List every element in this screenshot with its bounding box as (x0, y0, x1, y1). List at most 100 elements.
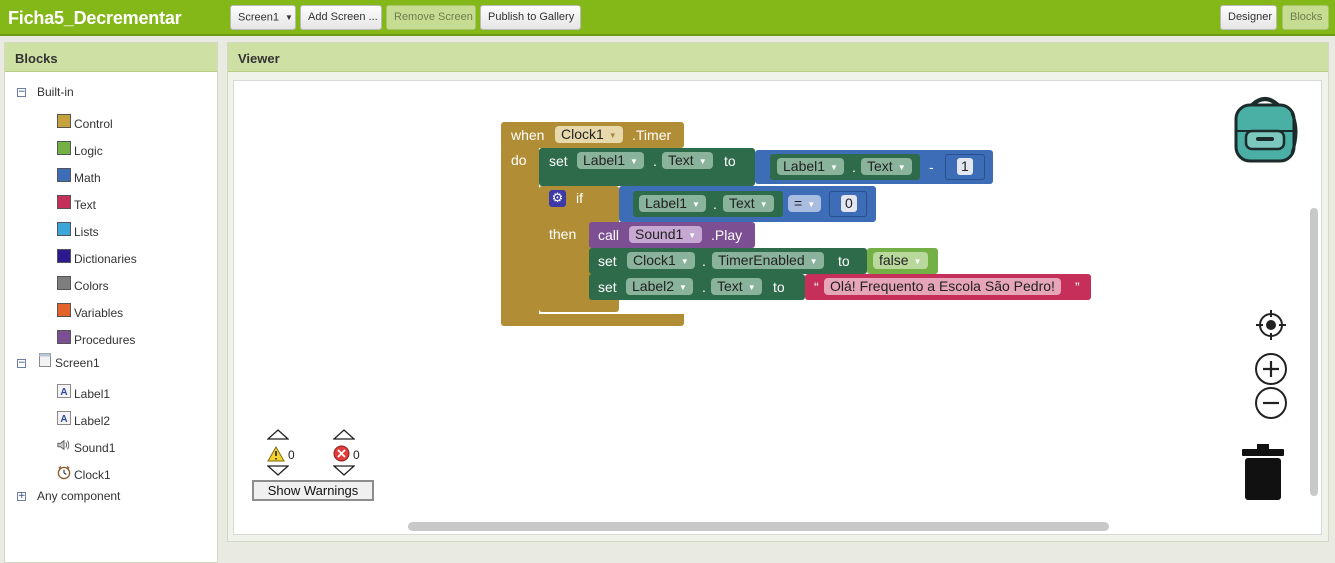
screen-select-button[interactable]: Screen1 ▼ (230, 5, 296, 30)
builtin-item-label: Logic (74, 144, 103, 158)
set-keyword: set (549, 153, 568, 169)
blocks-button[interactable]: Blocks (1282, 5, 1329, 30)
svg-text:A: A (60, 414, 67, 425)
prev-error-icon[interactable] (333, 429, 355, 440)
builtin-item-dictionaries[interactable]: Dictionaries (57, 249, 137, 266)
minus-operator[interactable]: - (929, 159, 934, 175)
text-property-dropdown[interactable]: Text ▼ (711, 278, 762, 295)
remove-screen-button[interactable]: Remove Screen (386, 5, 476, 30)
text-property-dropdown[interactable]: Text ▼ (723, 195, 774, 212)
builtin-item-variables[interactable]: Variables (57, 303, 124, 320)
set-keyword: set (598, 253, 617, 269)
category-swatch (57, 249, 71, 263)
number-field[interactable]: 1 (957, 158, 973, 175)
dot-separator: . (653, 153, 657, 169)
builtin-item-label: Lists (74, 225, 99, 239)
caret-down-icon: ▼ (284, 13, 293, 22)
category-swatch (57, 168, 71, 182)
builtin-item-label: Variables (74, 306, 124, 320)
category-swatch (57, 222, 71, 236)
backpack-icon[interactable] (1230, 93, 1300, 163)
builtin-item-label: Math (74, 171, 101, 185)
label1-dropdown[interactable]: Label1 ▼ (639, 195, 706, 212)
tree-any-component[interactable]: + Any component (17, 489, 120, 503)
zoom-in-icon[interactable] (1254, 352, 1288, 386)
close-quote: ” (1075, 279, 1080, 295)
category-swatch (57, 195, 71, 209)
call-keyword: call (598, 227, 620, 243)
sound-icon (57, 438, 71, 452)
gear-icon[interactable]: ⚙ (549, 190, 566, 207)
builtin-item-label: Colors (74, 279, 109, 293)
builtin-item-lists[interactable]: Lists (57, 222, 99, 239)
next-error-icon[interactable] (333, 465, 355, 476)
show-warnings-button[interactable]: Show Warnings (252, 480, 374, 501)
component-item-label2[interactable]: A Label2 (57, 411, 111, 428)
category-swatch (57, 276, 71, 290)
builtin-item-math[interactable]: Math (57, 168, 101, 185)
label2-dropdown[interactable]: Label2 ▼ (626, 278, 693, 295)
clock1-dropdown[interactable]: Clock1 ▼ (555, 126, 623, 143)
prev-warning-icon[interactable] (267, 429, 289, 440)
label1-dropdown[interactable]: Label1 ▼ (577, 152, 644, 169)
builtin-item-text[interactable]: Text (57, 195, 97, 212)
screen-select-label: Screen1 (238, 11, 279, 24)
collapse-icon[interactable]: − (17, 358, 26, 368)
collapse-icon[interactable]: − (17, 87, 26, 97)
open-quote: “ (814, 279, 819, 295)
label1-dropdown[interactable]: Label1 ▼ (777, 158, 844, 175)
equals-operator-dropdown[interactable]: = ▼ (788, 195, 822, 212)
screen-icon (38, 353, 52, 367)
recenter-icon[interactable] (1255, 309, 1287, 341)
svg-text:A: A (60, 387, 67, 398)
clock1-dropdown[interactable]: Clock1 ▼ (627, 252, 695, 269)
horizontal-scrollbar[interactable] (408, 522, 1109, 531)
clock-icon (57, 465, 71, 479)
warning-icon (267, 446, 285, 462)
next-warning-icon[interactable] (267, 465, 289, 476)
text-string-field[interactable]: Olá! Frequento a Escola São Pedro! (824, 278, 1061, 295)
tree-any-component-label: Any component (37, 489, 121, 503)
when-keyword: when (511, 127, 545, 143)
to-keyword: to (724, 153, 736, 169)
component-item-clock1[interactable]: Clock1 (57, 465, 111, 482)
set-keyword: set (598, 279, 617, 295)
builtin-item-colors[interactable]: Colors (57, 276, 109, 293)
designer-button[interactable]: Designer (1220, 5, 1277, 30)
then-keyword: then (549, 226, 577, 242)
if-keyword: if (576, 190, 583, 206)
false-dropdown[interactable]: false ▼ (873, 252, 928, 269)
builtin-item-label: Dictionaries (74, 252, 137, 266)
zoom-out-icon[interactable] (1254, 386, 1288, 420)
text-property-dropdown[interactable]: Text ▼ (662, 152, 713, 169)
blocks-panel-title: Blocks (5, 43, 217, 72)
sound1-dropdown[interactable]: Sound1 ▼ (629, 226, 703, 243)
builtin-item-label: Procedures (74, 333, 136, 347)
component-item-sound1[interactable]: Sound1 (57, 438, 115, 455)
expand-icon[interactable]: + (17, 491, 26, 501)
category-swatch (57, 303, 71, 317)
label-icon: A (57, 384, 71, 398)
event-block-body (501, 146, 539, 316)
tree-builtin[interactable]: − Built-in (17, 85, 74, 99)
warning-count: 0 (288, 448, 295, 462)
component-item-label1[interactable]: A Label1 (57, 384, 110, 401)
publish-gallery-button[interactable]: Publish to Gallery (480, 5, 581, 30)
tree-screen1[interactable]: − Screen1 (17, 353, 100, 370)
component-item-label: Clock1 (74, 468, 111, 482)
component-item-label: Label2 (74, 414, 111, 428)
builtin-item-procedures[interactable]: Procedures (57, 330, 136, 347)
number-field[interactable]: 0 (841, 195, 857, 212)
builtin-item-logic[interactable]: Logic (57, 141, 103, 158)
trash-icon[interactable] (1240, 443, 1286, 501)
blocks-workspace[interactable] (233, 80, 1322, 535)
builtin-item-control[interactable]: Control (57, 114, 113, 131)
add-screen-button[interactable]: Add Screen ... (300, 5, 382, 30)
error-count: 0 (353, 448, 360, 462)
project-title: Ficha5_Decrementar (8, 8, 182, 28)
set-label1-text-block[interactable] (539, 148, 755, 186)
timerenabled-property-dropdown[interactable]: TimerEnabled ▼ (712, 252, 824, 269)
text-property-dropdown[interactable]: Text ▼ (861, 158, 912, 175)
vertical-scrollbar[interactable] (1310, 208, 1318, 496)
builtin-item-label: Text (74, 198, 97, 212)
